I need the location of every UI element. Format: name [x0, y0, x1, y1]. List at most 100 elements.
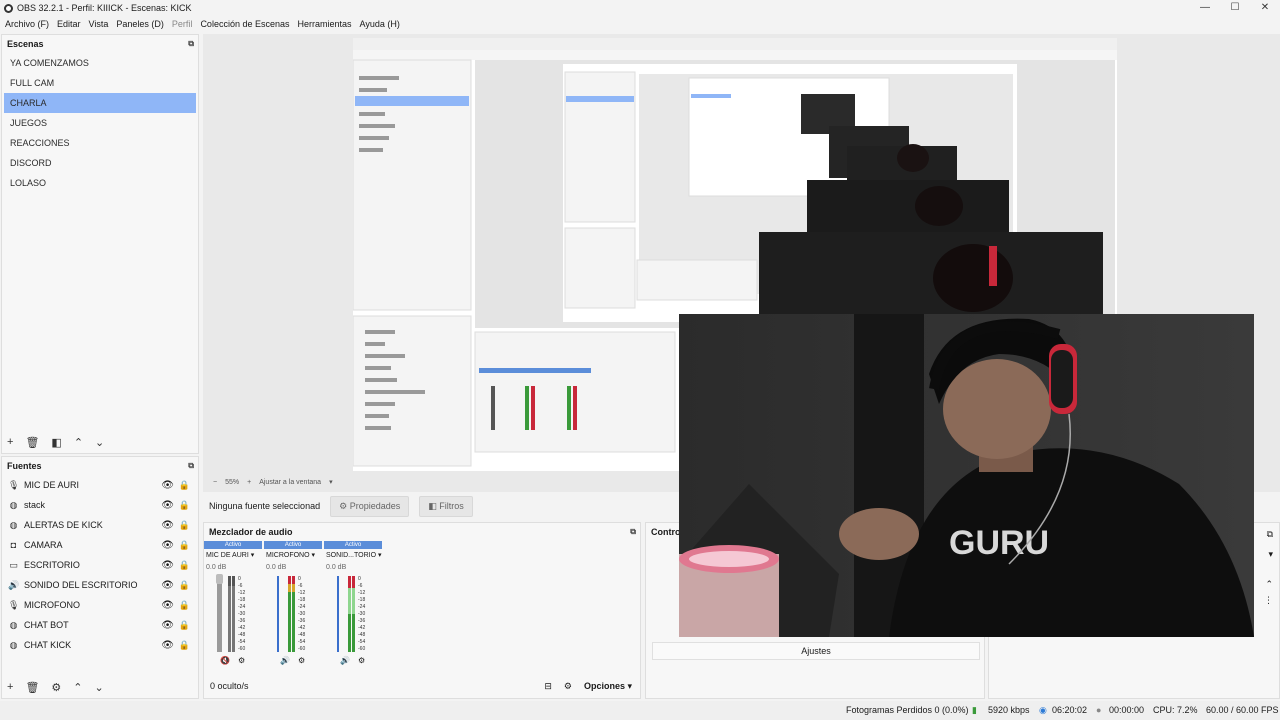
options-button[interactable]: Opciones ▾ — [584, 681, 632, 692]
zoom-value: 55% — [225, 478, 240, 486]
source-item[interactable]: 🎙 MICROFONO 👁 🔒 — [2, 595, 198, 615]
hidden-count: 0 oculto/s — [210, 681, 249, 691]
source-item[interactable]: ◍ stack 👁 🔒 — [2, 495, 198, 515]
channel-name[interactable]: MICROFONO ▾ — [266, 551, 326, 561]
menu-editar[interactable]: Editar — [57, 19, 81, 29]
trash-icon[interactable]: 🗑 — [25, 436, 39, 449]
mixer-channel: MICROFONO ▾ 0.0 dB 0 -6 -12 -18 -24 -30 -36 -42… — [266, 551, 326, 665]
muted-speaker-icon[interactable]: 🔇 — [220, 656, 230, 665]
layout-icon[interactable]: ⊟ — [544, 681, 552, 692]
channel-name[interactable]: MIC DE AURI ▾ — [206, 551, 266, 561]
lock-icon[interactable]: 🔒 — [179, 480, 190, 491]
trash-icon[interactable]: 🗑 — [25, 681, 39, 694]
lock-icon[interactable]: 🔒 — [179, 540, 190, 551]
meter-scale-label: -24 — [238, 604, 245, 610]
close-icon[interactable]: ✕ — [1250, 0, 1280, 16]
scene-item[interactable]: LOLASO — [4, 173, 196, 193]
chevron-down-icon[interactable]: ▾ — [329, 478, 333, 486]
chevron-up-icon[interactable]: ⌃ — [1265, 579, 1273, 590]
undock-icon[interactable]: ⧉ — [188, 35, 194, 53]
menu-herramientas[interactable]: Herramientas — [298, 19, 352, 29]
menu-paneles[interactable]: Paneles (D) — [116, 19, 164, 29]
filter-icon[interactable]: ◧ — [51, 436, 61, 449]
menu-perfil[interactable]: Perfil — [172, 19, 193, 29]
move-up-icon[interactable]: ⌃ — [74, 436, 83, 449]
eye-icon[interactable]: 👁 — [161, 640, 174, 651]
menu-ayuda[interactable]: Ayuda (H) — [360, 19, 400, 29]
menu-vista[interactable]: Vista — [89, 19, 109, 29]
source-item[interactable]: ▭ ESCRITORIO 👁 🔒 — [2, 555, 198, 575]
undock-icon[interactable]: ⧉ — [188, 457, 194, 475]
sources-toolbar: + 🗑 ⚙ ⌃ ⌄ — [2, 676, 198, 698]
record-icon: ● — [1096, 705, 1102, 715]
scene-item[interactable]: JUEGOS — [4, 113, 196, 133]
source-label: MICROFONO — [24, 600, 80, 610]
eye-icon[interactable]: 👁 — [161, 620, 174, 631]
eye-icon[interactable]: 👁 — [161, 480, 174, 491]
gear-icon[interactable]: ⚙ — [358, 656, 365, 665]
source-item[interactable]: ◍ CHAT KICK 👁 🔒 — [2, 635, 198, 655]
scene-item[interactable]: YA COMENZAMOS — [4, 53, 196, 73]
add-icon[interactable]: + — [7, 681, 13, 693]
speaker-icon[interactable]: 🔊 — [340, 656, 350, 665]
eye-icon[interactable]: 👁 — [161, 560, 174, 571]
filters-button[interactable]: ◧ Filtros — [419, 495, 473, 517]
lock-icon[interactable]: 🔒 — [179, 640, 190, 651]
eye-icon[interactable]: 👁 — [161, 520, 174, 531]
eye-icon[interactable]: 👁 — [161, 600, 174, 611]
lock-icon[interactable]: 🔒 — [179, 520, 190, 531]
menu-archivo[interactable]: Archivo (F) — [5, 19, 49, 29]
fit-window[interactable]: Ajustar a la ventana — [259, 479, 321, 486]
settings-button[interactable]: Ajustes — [652, 642, 980, 660]
minimize-icon[interactable]: — — [1190, 0, 1220, 16]
eye-icon[interactable]: 👁 — [161, 580, 174, 591]
gear-icon[interactable]: ⚙ — [51, 681, 61, 694]
source-item[interactable]: 🔊 SONIDO DEL ESCRITORIO 👁 🔒 — [2, 575, 198, 595]
menu-coleccion[interactable]: Colección de Escenas — [200, 19, 289, 29]
source-item[interactable]: ◍ ALERTAS DE KICK 👁 🔒 — [2, 515, 198, 535]
source-label: ESCRITORIO — [24, 560, 80, 570]
volume-meter[interactable]: 0 -6 -12 -18 -24 -30 -36 -42 -48 -54 -60 — [266, 574, 326, 654]
maximize-icon[interactable]: ☐ — [1220, 0, 1250, 16]
source-item[interactable]: ◍ CHAT BOT 👁 🔒 — [2, 615, 198, 635]
volume-meter[interactable]: 0 -6 -12 -18 -24 -30 -36 -42 -48 -54 -60 — [206, 574, 266, 654]
fps: 60.00 / 60.00 FPS — [1206, 705, 1279, 715]
meter-scale-label: 0 — [238, 576, 241, 582]
zoom-out-icon[interactable]: − — [213, 479, 217, 486]
lock-icon[interactable]: 🔒 — [179, 580, 190, 591]
gear-icon[interactable]: ⚙ — [238, 656, 245, 665]
scene-item[interactable]: REACCIONES — [4, 133, 196, 153]
lock-icon[interactable]: 🔒 — [179, 560, 190, 571]
controls-title-label: Contro — [651, 527, 681, 537]
speaker-icon[interactable]: 🔊 — [280, 656, 290, 665]
properties-button[interactable]: ⚙ Propiedades — [330, 495, 410, 517]
more-icon[interactable]: ⋮ — [1264, 595, 1273, 606]
eye-icon[interactable]: 👁 — [161, 500, 174, 511]
lock-icon[interactable]: 🔒 — [179, 500, 190, 511]
move-down-icon[interactable]: ⌄ — [95, 436, 104, 449]
source-item[interactable]: ◘ CAMARA 👁 🔒 — [2, 535, 198, 555]
channel-name[interactable]: SONID...TORIO ▾ — [326, 551, 386, 561]
gear-icon[interactable]: ⚙ — [298, 656, 305, 665]
lock-icon[interactable]: 🔒 — [179, 620, 190, 631]
audio-mixer-dock: Mezclador de audio ⧉ Activo Activo Activ… — [203, 522, 641, 699]
zoom-in-icon[interactable]: + — [247, 479, 251, 486]
chevron-down-icon[interactable]: ▾ — [1268, 549, 1273, 560]
advanced-audio-icon[interactable]: ⚙ — [564, 681, 572, 692]
scene-item[interactable]: DISCORD — [4, 153, 196, 173]
move-down-icon[interactable]: ⌄ — [95, 681, 104, 694]
source-item[interactable]: 🎙 MIC DE AURI 👁 🔒 — [2, 475, 198, 495]
eye-icon[interactable]: 👁 — [161, 540, 174, 551]
volume-meter[interactable]: 0 -6 -12 -18 -24 -30 -36 -42 -48 -54 -60 — [326, 574, 386, 654]
meter-scale-label: -48 — [238, 632, 245, 638]
lock-icon[interactable]: 🔒 — [179, 600, 190, 611]
add-icon[interactable]: + — [7, 436, 13, 448]
scene-item-selected[interactable]: CHARLA — [4, 93, 196, 113]
filters-label: Filtros — [439, 500, 464, 511]
scene-item[interactable]: FULL CAM — [4, 73, 196, 93]
undock-icon[interactable]: ⧉ — [1267, 529, 1273, 540]
meter-scale-label: -18 — [298, 597, 305, 603]
move-up-icon[interactable]: ⌃ — [73, 681, 82, 694]
undock-icon[interactable]: ⧉ — [630, 523, 636, 541]
sources-title-label: Fuentes — [7, 461, 42, 471]
